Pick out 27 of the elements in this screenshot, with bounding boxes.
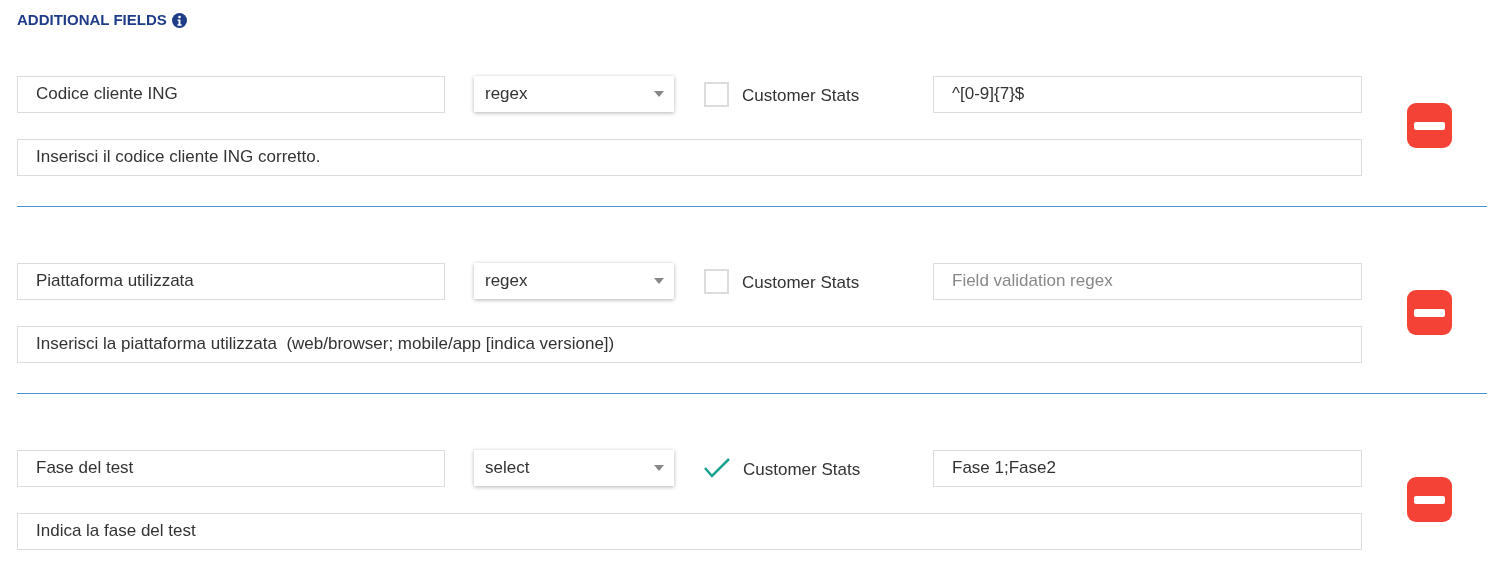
field-type-select[interactable]: regex: [474, 263, 674, 299]
validation-input[interactable]: Fase 1;Fase2: [933, 449, 1362, 487]
field-name-input[interactable]: Fase del test: [17, 449, 445, 487]
remove-button[interactable]: [1407, 290, 1452, 335]
checkbox[interactable]: [704, 458, 730, 478]
caret-icon: [654, 465, 664, 471]
field-type-select[interactable]: regex: [474, 76, 674, 112]
description-input[interactable]: Indica la fase del test: [17, 512, 1362, 550]
description-input[interactable]: Inserisci la piattaforma utilizzata (web/browser; mobile/app [indica versione]): [17, 325, 1362, 363]
info-icon: [171, 12, 187, 28]
checkbox-label: Customer Stats: [742, 272, 860, 295]
remove-button[interactable]: [1407, 103, 1452, 148]
minus-icon: [1414, 495, 1445, 504]
validation-input[interactable]: ^[0-9]{7}$: [933, 75, 1362, 113]
field-type-select[interactable]: select: [474, 450, 674, 486]
checkbox-label: Customer Stats: [743, 459, 861, 482]
caret-icon: [654, 91, 664, 97]
checkbox-label: Customer Stats: [742, 85, 860, 108]
validation-input[interactable]: Field validation regex: [933, 262, 1362, 300]
remove-button[interactable]: [1407, 477, 1452, 522]
section-title: ADDITIONAL FIELDS: [17, 10, 167, 30]
field-name-input[interactable]: Piattaforma utilizzata: [17, 262, 445, 300]
field-name-input[interactable]: Codice cliente ING: [17, 75, 445, 113]
minus-icon: [1414, 308, 1445, 317]
minus-icon: [1414, 121, 1445, 130]
description-input[interactable]: Inserisci il codice cliente ING corretto.: [17, 138, 1362, 176]
caret-icon: [654, 278, 664, 284]
